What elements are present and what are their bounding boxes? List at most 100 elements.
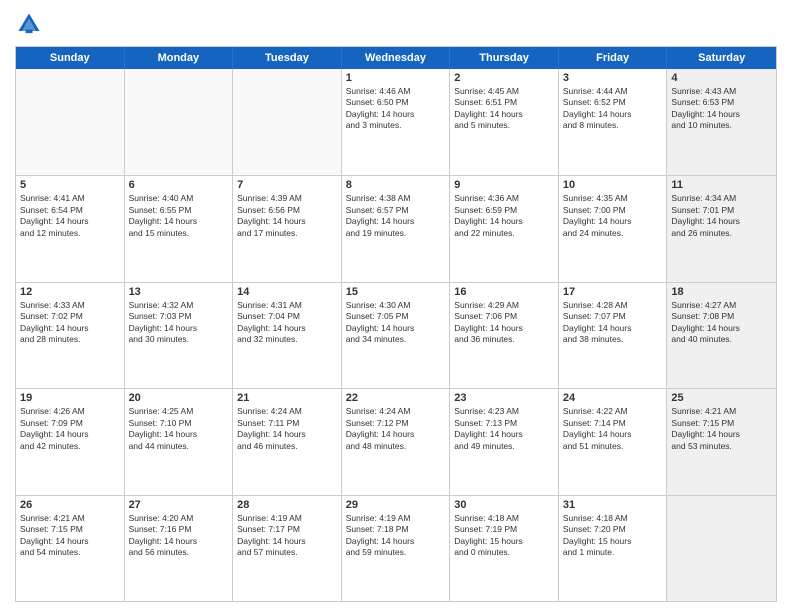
calendar-row-2: 12 Sunrise: 4:33 AM Sunset: 7:02 PM Dayli… xyxy=(16,282,776,388)
day-number-26: 26 xyxy=(20,499,120,511)
day-number-25: 25 xyxy=(671,392,772,404)
day-cell-empty xyxy=(16,69,125,175)
day-info-29: Sunrise: 4:19 AM Sunset: 7:18 PM Dayligh… xyxy=(346,513,446,559)
day-cell-3: 3 Sunrise: 4:44 AM Sunset: 6:52 PM Daylig… xyxy=(559,69,668,175)
day-number-31: 31 xyxy=(563,499,663,511)
logo-icon xyxy=(15,10,43,38)
day-info-16: Sunrise: 4:29 AM Sunset: 7:06 PM Dayligh… xyxy=(454,300,554,346)
day-number-10: 10 xyxy=(563,179,663,191)
day-number-6: 6 xyxy=(129,179,229,191)
day-cell-11: 11Sunrise: 4:34 AM Sunset: 7:01 PM Dayli… xyxy=(667,176,776,281)
day-info-14: Sunrise: 4:31 AM Sunset: 7:04 PM Dayligh… xyxy=(237,300,337,346)
day-number-13: 13 xyxy=(129,286,229,298)
day-info-1: Sunrise: 4:46 AM Sunset: 6:50 PM Dayligh… xyxy=(346,86,446,132)
weekday-header-monday: Monday xyxy=(125,47,234,69)
day-info-10: Sunrise: 4:35 AM Sunset: 7:00 PM Dayligh… xyxy=(563,193,663,239)
day-cell-18: 18 Sunrise: 4:27 AM Sunset: 7:08 PM Dayli… xyxy=(667,283,776,388)
day-cell-12: 12 Sunrise: 4:33 AM Sunset: 7:02 PM Dayli… xyxy=(16,283,125,388)
day-info-22: Sunrise: 4:24 AM Sunset: 7:12 PM Dayligh… xyxy=(346,406,446,452)
day-info-25: Sunrise: 4:21 AM Sunset: 7:15 PM Dayligh… xyxy=(671,406,772,452)
day-number-30: 30 xyxy=(454,499,554,511)
day-cell-16: 16 Sunrise: 4:29 AM Sunset: 7:06 PM Dayli… xyxy=(450,283,559,388)
day-cell-31: 31 Sunrise: 4:18 AM Sunset: 7:20 PM Dayli… xyxy=(559,496,668,601)
weekday-header-friday: Friday xyxy=(559,47,668,69)
day-number-18: 18 xyxy=(671,286,772,298)
day-number-12: 12 xyxy=(20,286,120,298)
day-cell-empty xyxy=(233,69,342,175)
day-number-3: 3 xyxy=(563,72,663,84)
day-info-11: Sunrise: 4:34 AM Sunset: 7:01 PM Dayligh… xyxy=(671,193,772,239)
day-info-3: Sunrise: 4:44 AM Sunset: 6:52 PM Dayligh… xyxy=(563,86,663,132)
day-info-28: Sunrise: 4:19 AM Sunset: 7:17 PM Dayligh… xyxy=(237,513,337,559)
day-cell-4: 4 Sunrise: 4:43 AM Sunset: 6:53 PM Daylig… xyxy=(667,69,776,175)
day-cell-25: 25 Sunrise: 4:21 AM Sunset: 7:15 PM Dayli… xyxy=(667,389,776,494)
day-number-1: 1 xyxy=(346,72,446,84)
day-cell-8: 8 Sunrise: 4:38 AM Sunset: 6:57 PM Daylig… xyxy=(342,176,451,281)
day-cell-14: 14 Sunrise: 4:31 AM Sunset: 7:04 PM Dayli… xyxy=(233,283,342,388)
day-cell-9: 9Sunrise: 4:36 AM Sunset: 6:59 PM Daylig… xyxy=(450,176,559,281)
day-cell-27: 27 Sunrise: 4:20 AM Sunset: 7:16 PM Dayli… xyxy=(125,496,234,601)
calendar-body: 1 Sunrise: 4:46 AM Sunset: 6:50 PM Daylig… xyxy=(16,69,776,601)
logo xyxy=(15,10,47,38)
day-info-18: Sunrise: 4:27 AM Sunset: 7:08 PM Dayligh… xyxy=(671,300,772,346)
day-cell-28: 28Sunrise: 4:19 AM Sunset: 7:17 PM Dayli… xyxy=(233,496,342,601)
day-number-19: 19 xyxy=(20,392,120,404)
day-number-23: 23 xyxy=(454,392,554,404)
day-number-16: 16 xyxy=(454,286,554,298)
day-info-8: Sunrise: 4:38 AM Sunset: 6:57 PM Dayligh… xyxy=(346,193,446,239)
day-cell-5: 5 Sunrise: 4:41 AM Sunset: 6:54 PM Daylig… xyxy=(16,176,125,281)
day-cell-2: 2Sunrise: 4:45 AM Sunset: 6:51 PM Daylig… xyxy=(450,69,559,175)
weekday-header-thursday: Thursday xyxy=(450,47,559,69)
day-info-12: Sunrise: 4:33 AM Sunset: 7:02 PM Dayligh… xyxy=(20,300,120,346)
day-info-7: Sunrise: 4:39 AM Sunset: 6:56 PM Dayligh… xyxy=(237,193,337,239)
day-info-31: Sunrise: 4:18 AM Sunset: 7:20 PM Dayligh… xyxy=(563,513,663,559)
day-cell-21: 21 Sunrise: 4:24 AM Sunset: 7:11 PM Dayli… xyxy=(233,389,342,494)
day-cell-empty xyxy=(125,69,234,175)
day-number-29: 29 xyxy=(346,499,446,511)
day-number-22: 22 xyxy=(346,392,446,404)
day-cell-20: 20Sunrise: 4:25 AM Sunset: 7:10 PM Dayli… xyxy=(125,389,234,494)
day-info-23: Sunrise: 4:23 AM Sunset: 7:13 PM Dayligh… xyxy=(454,406,554,452)
day-info-30: Sunrise: 4:18 AM Sunset: 7:19 PM Dayligh… xyxy=(454,513,554,559)
calendar-row-1: 5 Sunrise: 4:41 AM Sunset: 6:54 PM Daylig… xyxy=(16,175,776,281)
weekday-header-saturday: Saturday xyxy=(667,47,776,69)
day-info-26: Sunrise: 4:21 AM Sunset: 7:15 PM Dayligh… xyxy=(20,513,120,559)
day-info-19: Sunrise: 4:26 AM Sunset: 7:09 PM Dayligh… xyxy=(20,406,120,452)
day-cell-22: 22 Sunrise: 4:24 AM Sunset: 7:12 PM Dayli… xyxy=(342,389,451,494)
day-info-17: Sunrise: 4:28 AM Sunset: 7:07 PM Dayligh… xyxy=(563,300,663,346)
day-number-7: 7 xyxy=(237,179,337,191)
day-cell-17: 17Sunrise: 4:28 AM Sunset: 7:07 PM Dayli… xyxy=(559,283,668,388)
day-info-4: Sunrise: 4:43 AM Sunset: 6:53 PM Dayligh… xyxy=(671,86,772,132)
weekday-header-wednesday: Wednesday xyxy=(342,47,451,69)
weekday-header-tuesday: Tuesday xyxy=(233,47,342,69)
day-info-27: Sunrise: 4:20 AM Sunset: 7:16 PM Dayligh… xyxy=(129,513,229,559)
day-cell-7: 7 Sunrise: 4:39 AM Sunset: 6:56 PM Daylig… xyxy=(233,176,342,281)
page: SundayMondayTuesdayWednesdayThursdayFrid… xyxy=(0,0,792,612)
day-cell-15: 15Sunrise: 4:30 AM Sunset: 7:05 PM Dayli… xyxy=(342,283,451,388)
day-number-27: 27 xyxy=(129,499,229,511)
day-cell-30: 30 Sunrise: 4:18 AM Sunset: 7:19 PM Dayli… xyxy=(450,496,559,601)
day-info-15: Sunrise: 4:30 AM Sunset: 7:05 PM Dayligh… xyxy=(346,300,446,346)
day-number-8: 8 xyxy=(346,179,446,191)
day-cell-6: 6 Sunrise: 4:40 AM Sunset: 6:55 PM Daylig… xyxy=(125,176,234,281)
day-number-14: 14 xyxy=(237,286,337,298)
day-info-13: Sunrise: 4:32 AM Sunset: 7:03 PM Dayligh… xyxy=(129,300,229,346)
calendar: SundayMondayTuesdayWednesdayThursdayFrid… xyxy=(15,46,777,602)
calendar-row-4: 26 Sunrise: 4:21 AM Sunset: 7:15 PM Dayli… xyxy=(16,495,776,601)
calendar-row-0: 1 Sunrise: 4:46 AM Sunset: 6:50 PM Daylig… xyxy=(16,69,776,175)
day-number-4: 4 xyxy=(671,72,772,84)
day-cell-24: 24Sunrise: 4:22 AM Sunset: 7:14 PM Dayli… xyxy=(559,389,668,494)
day-info-24: Sunrise: 4:22 AM Sunset: 7:14 PM Dayligh… xyxy=(563,406,663,452)
day-cell-10: 10 Sunrise: 4:35 AM Sunset: 7:00 PM Dayli… xyxy=(559,176,668,281)
day-info-2: Sunrise: 4:45 AM Sunset: 6:51 PM Dayligh… xyxy=(454,86,554,132)
day-info-20: Sunrise: 4:25 AM Sunset: 7:10 PM Dayligh… xyxy=(129,406,229,452)
day-number-5: 5 xyxy=(20,179,120,191)
day-info-5: Sunrise: 4:41 AM Sunset: 6:54 PM Dayligh… xyxy=(20,193,120,239)
header xyxy=(15,10,777,38)
day-info-6: Sunrise: 4:40 AM Sunset: 6:55 PM Dayligh… xyxy=(129,193,229,239)
day-cell-empty xyxy=(667,496,776,601)
day-cell-26: 26 Sunrise: 4:21 AM Sunset: 7:15 PM Dayli… xyxy=(16,496,125,601)
day-number-21: 21 xyxy=(237,392,337,404)
calendar-header: SundayMondayTuesdayWednesdayThursdayFrid… xyxy=(16,47,776,69)
day-info-21: Sunrise: 4:24 AM Sunset: 7:11 PM Dayligh… xyxy=(237,406,337,452)
